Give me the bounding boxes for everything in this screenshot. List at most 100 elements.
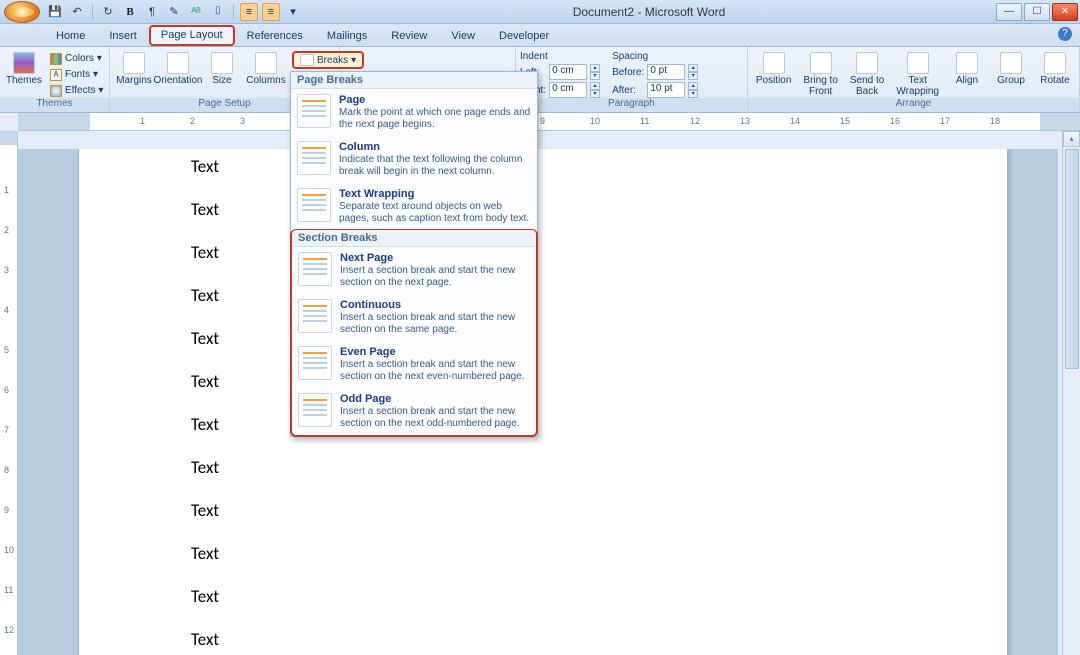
position-icon [763,52,785,74]
tab-review[interactable]: Review [379,27,439,46]
ruler-tick: 11 [640,116,649,126]
align-label: Align [956,75,978,86]
orientation-icon [167,52,189,74]
help-icon[interactable]: ? [1058,27,1072,41]
size-button[interactable]: Size [202,51,242,87]
scroll-thumb[interactable] [1065,149,1079,369]
page[interactable]: Text Text Text Text Text Text Text Text Text Text… [78,149,1008,655]
break-item-icon [297,188,331,222]
break-item-desc: Indicate that the text following the col… [339,154,531,178]
document-text-line[interactable]: Text [191,285,219,306]
vertical-scrollbar[interactable]: ▴ [1062,131,1080,655]
effects-button[interactable]: Effects ▾ [48,83,105,98]
break-item-title: Column [339,141,531,153]
qat-highlight-1[interactable]: ≡ [240,3,258,21]
document-text-line[interactable]: Text [191,457,219,478]
document-text-line[interactable]: Text [191,629,219,650]
document-text-line[interactable]: Text [191,414,219,435]
breaks-menu-item[interactable]: ColumnIndicate that the text following t… [291,136,537,183]
size-icon [211,52,233,74]
qat-undo[interactable]: ↶ [68,3,86,21]
qat-save[interactable]: 💾 [46,3,64,21]
align-icon [956,52,978,74]
qat-btn-generic-1[interactable]: ✎ [165,3,183,21]
ruler-tick: 18 [990,116,1000,126]
rotate-button[interactable]: Rotate [1035,51,1075,87]
document-text-line[interactable]: Text [191,242,219,263]
breaks-menu-item[interactable]: Odd PageInsert a section break and start… [292,388,536,435]
text-wrapping-button[interactable]: Text Wrapping [892,51,943,98]
break-item-title: Continuous [340,299,530,311]
ruler-tick: 9 [540,116,545,126]
page-breaks-header: Page Breaks [291,72,537,89]
breaks-menu-item[interactable]: Text WrappingSeparate text around object… [291,183,537,230]
tab-page-layout[interactable]: Page Layout [149,25,235,46]
tab-developer[interactable]: Developer [487,27,561,46]
minimize-button[interactable]: — [996,3,1022,21]
document-text-line[interactable]: Text [191,586,219,607]
breaks-menu-item[interactable]: PageMark the point at which one page end… [291,89,537,136]
office-button[interactable] [4,1,40,23]
themes-button[interactable]: Themes [4,51,44,87]
document-text-line[interactable]: Text [191,543,219,564]
break-item-desc: Separate text around objects on web page… [339,201,531,225]
orientation-button[interactable]: Orientation [158,51,198,87]
tab-home[interactable]: Home [44,27,97,46]
group-button[interactable]: Group [991,51,1031,87]
align-button[interactable]: Align [947,51,987,87]
maximize-button[interactable]: ☐ [1024,3,1050,21]
tab-view[interactable]: View [439,27,487,46]
tab-mailings[interactable]: Mailings [315,27,379,46]
break-item-icon [298,299,332,333]
ruler-tick: 4 [4,305,9,315]
indent-right-spinner[interactable]: ▴▾ [590,82,600,98]
close-button[interactable]: ✕ [1052,3,1078,21]
document-text-line[interactable]: Text [191,328,219,349]
qat-redo[interactable]: ↻ [99,3,117,21]
effects-icon [50,85,62,97]
spacing-before-spinner[interactable]: ▴▾ [688,64,698,80]
ruler-tick: 8 [4,465,9,475]
horizontal-ruler[interactable]: 123456789101112131415161718 [18,113,1080,131]
columns-button[interactable]: Columns [246,51,286,87]
qat-customize[interactable]: ▾ [284,3,302,21]
margins-button[interactable]: Margins [114,51,154,87]
ruler-tick: 6 [4,385,9,395]
ruler-tick: 11 [4,585,13,595]
qat-bold[interactable]: B [121,3,139,21]
document-text-line[interactable]: Text [191,199,219,220]
qat-btn-generic-3[interactable]: ⌷ [209,3,227,21]
document-text-line[interactable]: Text [191,500,219,521]
indent-right-input[interactable]: 0 cm [549,82,587,98]
send-to-back-button[interactable]: Send to Back [846,51,888,98]
fonts-button[interactable]: AFonts ▾ [48,67,105,82]
breaks-menu-item[interactable]: ContinuousInsert a section break and sta… [292,294,536,341]
break-item-desc: Insert a section break and start the new… [340,265,530,289]
breaks-menu-item[interactable]: Even PageInsert a section break and star… [292,341,536,388]
indent-left-input[interactable]: 0 cm [549,64,587,80]
fonts-icon: A [50,69,62,81]
indent-left-spinner[interactable]: ▴▾ [590,64,600,80]
qat-btn-generic-2[interactable]: ᴬᴮ [187,3,205,21]
vertical-ruler[interactable]: 123456789101112 [0,131,18,655]
tab-references[interactable]: References [235,27,315,46]
breaks-menu-item[interactable]: Next PageInsert a section break and star… [292,247,536,294]
spacing-after-input[interactable]: 10 pt [647,82,685,98]
scroll-up-arrow[interactable]: ▴ [1063,131,1080,147]
qat-paragraph-marks[interactable]: ¶ [143,3,161,21]
document-text-line[interactable]: Text [191,371,219,392]
bring-to-front-button[interactable]: Bring to Front [799,51,841,98]
spacing-before-input[interactable]: 0 pt [647,64,685,80]
text-wrap-icon [907,52,929,74]
group-btn-label: Group [997,75,1025,86]
document-text-line[interactable]: Text [191,156,219,177]
break-item-desc: Mark the point at which one page ends an… [339,107,531,131]
qat-highlight-2[interactable]: ≡ [262,3,280,21]
qat-separator [92,4,93,20]
tab-insert[interactable]: Insert [97,27,149,46]
columns-icon [255,52,277,74]
spacing-after-spinner[interactable]: ▴▾ [688,82,698,98]
colors-button[interactable]: Colors ▾ [48,51,105,66]
position-button[interactable]: Position [752,51,796,87]
document-area[interactable]: Text Text Text Text Text Text Text Text Text Text… [18,149,1058,655]
